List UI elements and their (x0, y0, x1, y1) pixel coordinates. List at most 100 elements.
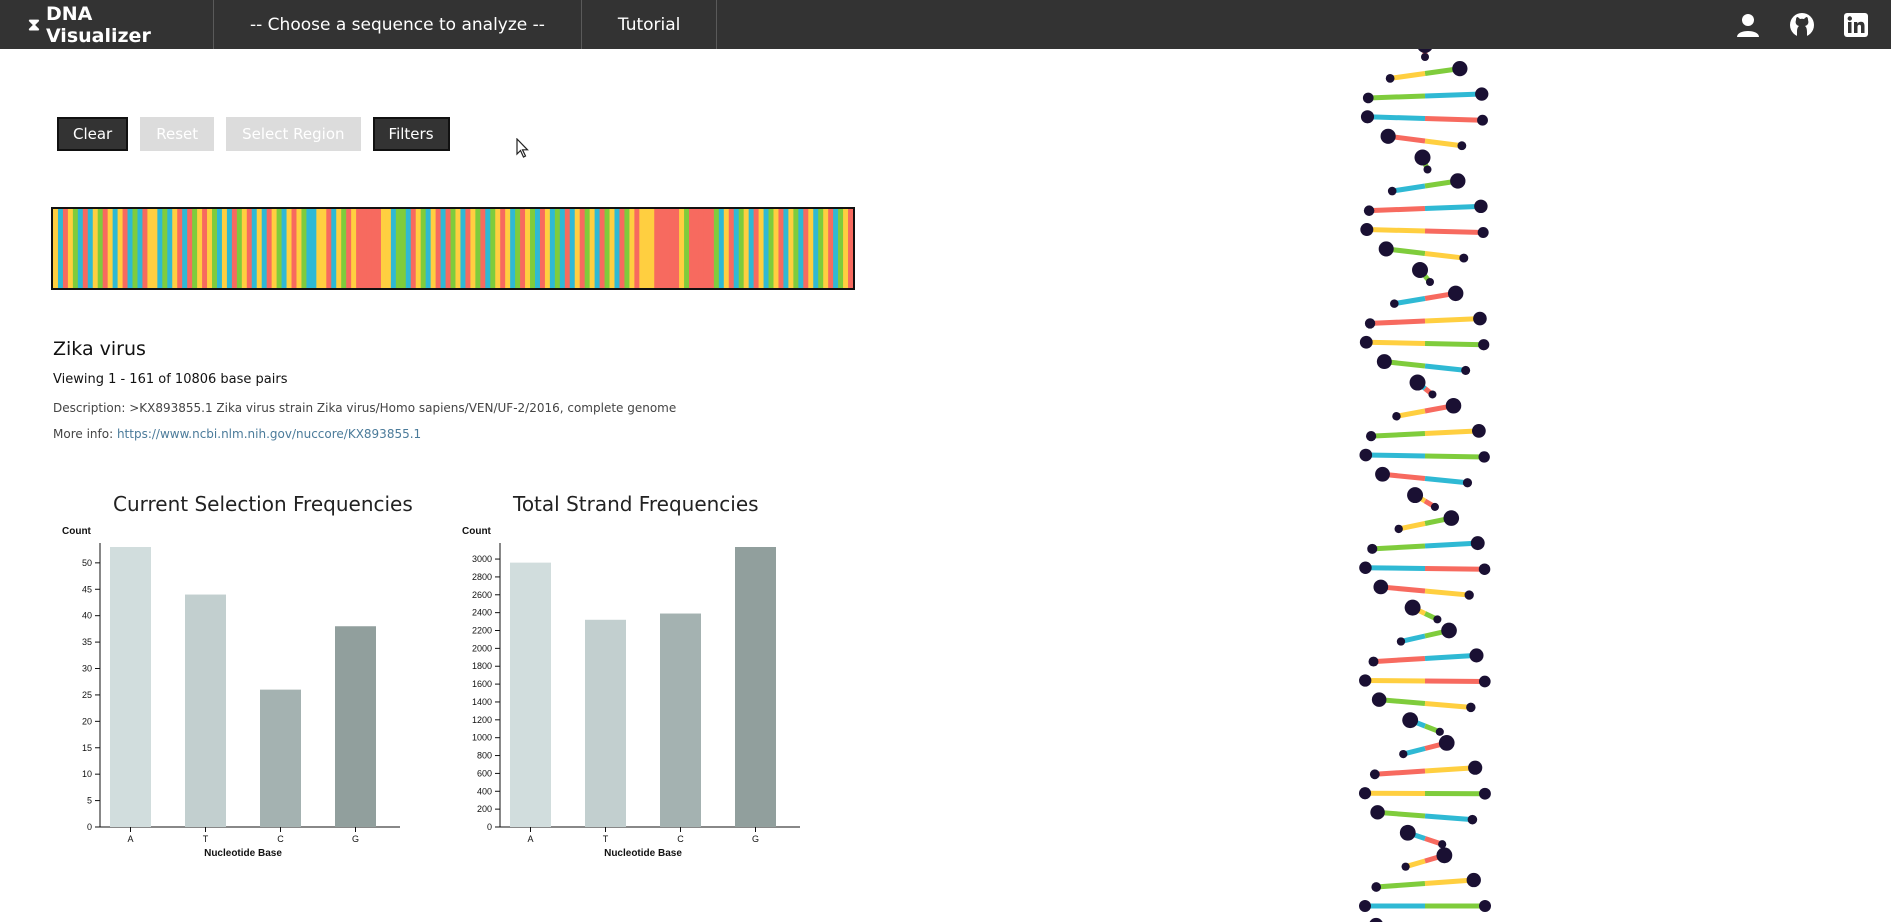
base-stripe[interactable] (122, 209, 129, 288)
sequence-bar[interactable] (51, 207, 855, 290)
base-stripe[interactable] (316, 209, 322, 288)
linkedin-icon[interactable] (1843, 12, 1869, 38)
base-stripe[interactable] (639, 209, 645, 288)
base-stripe[interactable] (485, 209, 491, 288)
base-stripe[interactable] (564, 209, 571, 288)
base-stripe[interactable] (530, 209, 536, 288)
base-stripe[interactable] (112, 209, 119, 288)
base-stripe[interactable] (157, 209, 163, 288)
base-stripe[interactable] (450, 209, 457, 288)
base-stripe[interactable] (246, 209, 253, 288)
base-stripe[interactable] (137, 209, 144, 288)
base-stripe[interactable] (92, 209, 99, 288)
base-stripe[interactable] (818, 209, 824, 288)
base-stripe[interactable] (336, 209, 342, 288)
base-stripe[interactable] (420, 209, 427, 288)
base-stripe[interactable] (848, 209, 853, 288)
base-stripe[interactable] (67, 209, 74, 288)
sequence-dropdown[interactable]: -- Choose a sequence to analyze -- (214, 0, 582, 49)
bar-A[interactable] (510, 562, 551, 827)
base-stripe[interactable] (559, 209, 566, 288)
base-stripe[interactable] (221, 209, 228, 288)
base-stripe[interactable] (405, 209, 412, 288)
base-stripe[interactable] (167, 209, 173, 288)
base-stripe[interactable] (693, 209, 700, 288)
base-stripe[interactable] (510, 209, 516, 288)
bar-G[interactable] (335, 626, 376, 827)
github-icon[interactable] (1789, 12, 1815, 38)
base-stripe[interactable] (430, 209, 437, 288)
base-stripe[interactable] (500, 209, 506, 288)
base-stripe[interactable] (415, 209, 422, 288)
base-stripe[interactable] (569, 209, 576, 288)
base-stripe[interactable] (286, 209, 293, 288)
base-stripe[interactable] (301, 209, 308, 288)
base-stripe[interactable] (743, 209, 750, 288)
base-stripe[interactable] (778, 209, 785, 288)
base-stripe[interactable] (256, 209, 263, 288)
base-stripe[interactable] (679, 209, 685, 288)
base-stripe[interactable] (361, 209, 367, 288)
base-stripe[interactable] (400, 209, 407, 288)
base-stripe[interactable] (62, 209, 69, 288)
base-stripe[interactable] (634, 209, 640, 288)
base-stripe[interactable] (276, 209, 283, 288)
base-stripe[interactable] (251, 209, 258, 288)
base-stripe[interactable] (644, 209, 650, 288)
ncbi-link[interactable]: https://www.ncbi.nlm.nih.gov/nuccore/KX8… (117, 427, 421, 441)
base-stripe[interactable] (356, 209, 362, 288)
bar-T[interactable] (185, 594, 226, 827)
base-stripe[interactable] (375, 209, 382, 288)
base-stripe[interactable] (97, 209, 104, 288)
bar-A[interactable] (110, 547, 151, 827)
base-stripe[interactable] (793, 209, 799, 288)
tutorial-link[interactable]: Tutorial (582, 0, 718, 49)
base-stripe[interactable] (549, 209, 556, 288)
base-stripe[interactable] (177, 209, 183, 288)
base-stripe[interactable] (480, 209, 486, 288)
base-stripe[interactable] (768, 209, 775, 288)
base-stripe[interactable] (326, 209, 332, 288)
base-stripe[interactable] (574, 209, 581, 288)
base-stripe[interactable] (520, 209, 526, 288)
base-stripe[interactable] (718, 209, 725, 288)
base-stripe[interactable] (713, 209, 720, 288)
reset-button[interactable]: Reset (140, 117, 215, 151)
base-stripe[interactable] (798, 209, 804, 288)
base-stripe[interactable] (808, 209, 814, 288)
base-stripe[interactable] (584, 209, 591, 288)
base-stripe[interactable] (187, 209, 193, 288)
base-stripe[interactable] (266, 209, 273, 288)
base-stripe[interactable] (738, 209, 745, 288)
base-stripe[interactable] (162, 209, 168, 288)
base-stripe[interactable] (440, 209, 447, 288)
base-stripe[interactable] (212, 209, 218, 288)
base-stripe[interactable] (703, 209, 710, 288)
base-stripe[interactable] (594, 209, 601, 288)
base-stripe[interactable] (515, 209, 521, 288)
base-stripe[interactable] (142, 209, 149, 288)
bar-T[interactable] (585, 619, 626, 827)
base-stripe[interactable] (813, 209, 819, 288)
base-stripe[interactable] (241, 209, 248, 288)
base-stripe[interactable] (226, 209, 233, 288)
base-stripe[interactable] (733, 209, 740, 288)
base-stripe[interactable] (843, 209, 849, 288)
base-stripe[interactable] (341, 209, 347, 288)
base-stripe[interactable] (659, 209, 665, 288)
base-stripe[interactable] (823, 209, 829, 288)
base-stripe[interactable] (380, 209, 387, 288)
base-stripe[interactable] (753, 209, 760, 288)
base-stripe[interactable] (803, 209, 809, 288)
base-stripe[interactable] (669, 209, 675, 288)
base-stripe[interactable] (132, 209, 139, 288)
base-stripe[interactable] (614, 209, 621, 288)
base-stripe[interactable] (708, 209, 715, 288)
filters-button[interactable]: Filters (372, 117, 450, 151)
base-stripe[interactable] (207, 209, 213, 288)
base-stripe[interactable] (346, 209, 352, 288)
base-stripe[interactable] (72, 209, 79, 288)
base-stripe[interactable] (261, 209, 268, 288)
base-stripe[interactable] (624, 209, 630, 288)
base-stripe[interactable] (723, 209, 730, 288)
